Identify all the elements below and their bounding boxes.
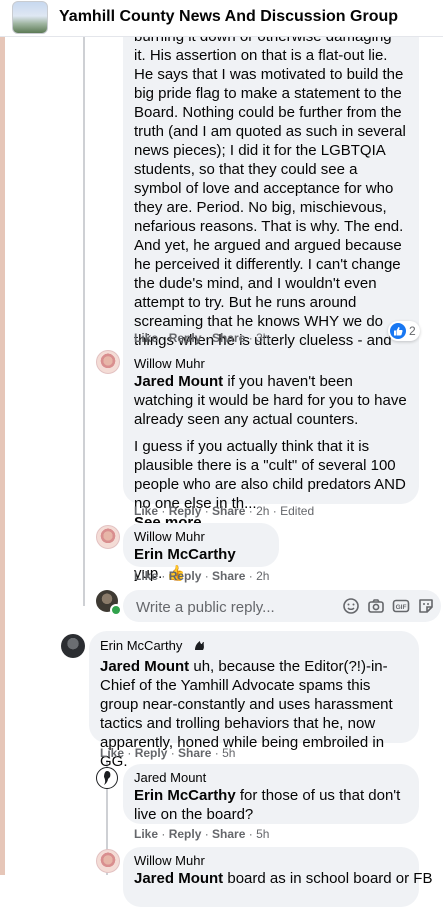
timestamp[interactable]: 2h [256, 569, 269, 583]
share-button[interactable]: Share [212, 331, 245, 345]
like-button[interactable]: Like [100, 746, 124, 760]
comment-actions: Like · Reply · Share · 3h [134, 331, 270, 345]
avatar[interactable] [96, 767, 118, 789]
avatar[interactable] [96, 350, 120, 374]
reply-input[interactable] [134, 590, 338, 624]
mention-link[interactable]: Erin McCarthy [134, 787, 236, 804]
comment-body: board as in school board or FB [223, 870, 433, 887]
avatar[interactable] [61, 634, 85, 658]
mention-link[interactable]: Jared Mount [134, 870, 223, 887]
comment-actions: Like · Reply · Share · 5h [134, 827, 270, 841]
comment-actions: Like · Reply · Share · 5h [100, 746, 236, 760]
avatar[interactable] [96, 849, 120, 873]
comment-text: Jared Mount if you haven't been watching… [134, 372, 408, 429]
comment-author[interactable]: Willow Muhr [134, 529, 268, 545]
timestamp[interactable]: 3h [256, 331, 269, 345]
smiley-icon[interactable] [341, 596, 361, 616]
share-button[interactable]: Share [212, 504, 245, 518]
comment-author[interactable]: Jared Mount [134, 770, 408, 786]
reaction-count[interactable]: 2 [388, 321, 420, 341]
svg-text:GIF: GIF [396, 604, 407, 611]
comment-author[interactable]: Willow Muhr [134, 356, 408, 372]
share-button[interactable]: Share [178, 746, 211, 760]
comment-author[interactable]: Willow Muhr [134, 853, 408, 869]
reply-button[interactable]: Reply [169, 331, 202, 345]
group-header: Yamhill County News And Discussion Group [0, 0, 443, 37]
camera-icon[interactable] [366, 596, 386, 616]
timestamp[interactable]: 2h [256, 504, 269, 518]
timestamp[interactable]: 5h [222, 746, 235, 760]
comment-actions: Like · Reply · Share · 2h · Edited [134, 504, 315, 518]
rising-fan-badge-icon[interactable] [192, 637, 208, 657]
mention-link[interactable]: Erin McCarthy [134, 546, 236, 563]
group-cover-thumbnail[interactable] [12, 1, 48, 34]
mention-link[interactable]: Jared Mount [134, 373, 223, 390]
timestamp[interactable]: 5h [256, 827, 269, 841]
comment-bubble: Willow Muhr Erin McCarthy yup. 👍 [123, 523, 279, 582]
mention-link[interactable]: Jared Mount [100, 658, 189, 675]
avatar-silhouette-icon [104, 771, 111, 785]
share-button[interactable]: Share [212, 569, 245, 583]
comment-text-2: I guess if you actually think that it is… [134, 438, 406, 512]
gif-icon[interactable]: GIF [391, 596, 411, 616]
like-button[interactable]: Like [134, 827, 158, 841]
comment-bubble: Jared Mount Erin McCarthy for those of u… [123, 764, 419, 824]
comment-author[interactable]: Erin McCarthy [100, 638, 182, 653]
online-status-dot [110, 604, 122, 616]
group-title[interactable]: Yamhill County News And Discussion Group [59, 8, 398, 26]
left-rail [0, 36, 5, 875]
reply-button[interactable]: Reply [169, 504, 202, 518]
like-reaction-icon [390, 323, 406, 339]
comment-actions: Like · Reply · Share · 2h [134, 569, 270, 583]
comment-bubble: Willow Muhr Jared Mount if you haven't b… [123, 348, 419, 531]
share-button[interactable]: Share [212, 827, 245, 841]
comment-bubble: Erin McCarthy Jared Mount uh, because th… [89, 631, 419, 770]
reaction-number: 2 [409, 324, 416, 338]
sticker-icon[interactable] [416, 596, 436, 616]
avatar[interactable] [96, 525, 120, 549]
like-button[interactable]: Like [134, 504, 158, 518]
reply-button[interactable]: Reply [135, 746, 168, 760]
edited-label: Edited [280, 504, 315, 518]
reply-composer[interactable]: GIF [123, 590, 441, 624]
like-button[interactable]: Like [134, 569, 158, 583]
reply-button[interactable]: Reply [169, 827, 202, 841]
comment-text: Jared Mount board as in school board or … [134, 869, 432, 888]
comment-text: Erin McCarthy for those of us that don't… [134, 786, 408, 824]
comment-author-row: Erin McCarthy [100, 637, 408, 657]
like-button[interactable]: Like [134, 331, 158, 345]
reply-button[interactable]: Reply [169, 569, 202, 583]
thread-line-main [83, 36, 85, 606]
comment-bubble: Willow Muhr Jared Mount board as in scho… [123, 847, 432, 907]
